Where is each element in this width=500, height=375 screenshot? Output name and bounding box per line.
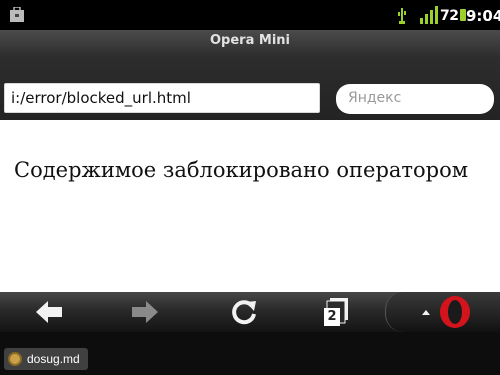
briefcase-icon	[10, 7, 24, 22]
battery-indicator: 72	[440, 8, 467, 24]
reload-button[interactable]	[224, 292, 264, 332]
back-arrow-icon	[36, 301, 62, 323]
opera-logo-icon	[440, 296, 470, 328]
watermark-text: dosug.md	[27, 352, 80, 366]
reload-icon	[232, 300, 256, 325]
chevron-up-icon	[422, 310, 430, 315]
back-button[interactable]	[30, 292, 70, 332]
clock: 9:04	[466, 7, 500, 25]
blocked-message: Содержимое заблокировано оператором	[14, 158, 469, 182]
app-title: Opera Mini	[210, 33, 290, 48]
address-bar[interactable]: i:/error/blocked_url.html	[4, 83, 320, 113]
bottom-toolbar: 2	[0, 292, 500, 332]
opera-menu-button[interactable]	[385, 292, 500, 332]
forward-button[interactable]	[124, 292, 164, 332]
battery-level: 72	[440, 8, 459, 24]
signal-icon	[420, 6, 438, 24]
forward-arrow-icon	[132, 301, 158, 323]
tab-count: 2	[324, 308, 340, 326]
usb-icon	[398, 8, 406, 24]
status-bar: 72 9:04	[0, 0, 500, 30]
tabs-button[interactable]: 2	[318, 292, 358, 332]
search-input[interactable]: Яндекс	[336, 84, 494, 114]
page-content: Содержимое заблокировано оператором	[0, 120, 500, 292]
watermark: dosug.md	[4, 348, 88, 370]
watermark-logo-icon	[8, 352, 22, 366]
